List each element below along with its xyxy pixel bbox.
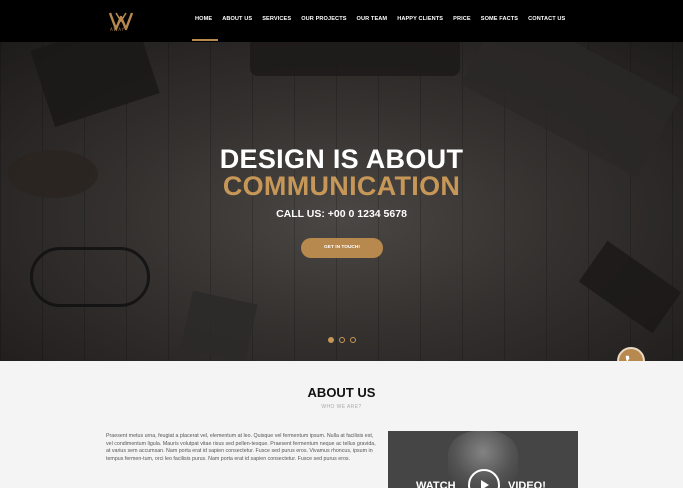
nav-price[interactable]: PRICE xyxy=(453,16,471,22)
book-image xyxy=(30,42,160,128)
typewriter-image xyxy=(250,42,460,76)
nav-happy-clients[interactable]: HAPPY CLIENTS xyxy=(397,16,443,22)
about-title: ABOUT US xyxy=(307,385,376,400)
site-header: AWAY HOME ABOUT US SERVICES OUR PROJECTS… xyxy=(0,0,683,42)
slider-dot-2[interactable] xyxy=(339,337,345,343)
card-image xyxy=(180,290,258,361)
nav-home[interactable]: HOME xyxy=(195,16,212,22)
get-in-touch-button[interactable]: GET IN TOUCH! xyxy=(301,238,383,258)
page: AWAY HOME ABOUT US SERVICES OUR PROJECTS… xyxy=(0,0,683,488)
nav-some-facts[interactable]: SOME FACTS xyxy=(481,16,518,22)
logo-text: AWAY xyxy=(110,27,126,32)
hero-slider: DESIGN IS ABOUT COMMUNICATION CALL US: +… xyxy=(0,42,683,361)
nav-services[interactable]: SERVICES xyxy=(262,16,291,22)
play-icon xyxy=(481,480,489,488)
slider-dot-3[interactable] xyxy=(350,337,356,343)
case-image xyxy=(578,240,682,334)
nav-about-us[interactable]: ABOUT US xyxy=(222,16,252,22)
hero-title-line2: COMMUNICATION xyxy=(222,171,461,201)
slider-dot-1[interactable] xyxy=(328,337,334,343)
video-label-watch: WATCH xyxy=(416,480,456,488)
hero-call-us: CALL US: +00 0 1234 5678 xyxy=(276,208,407,220)
video-thumbnail[interactable]: WATCH VIDEO! xyxy=(388,431,578,488)
about-subtitle: WHO WE ARE? xyxy=(321,404,362,410)
main-nav: HOME ABOUT US SERVICES OUR PROJECTS OUR … xyxy=(195,16,565,22)
active-nav-indicator xyxy=(192,39,218,41)
nav-our-team[interactable]: OUR TEAM xyxy=(357,16,388,22)
slider-dots xyxy=(328,337,356,343)
glasses-image xyxy=(30,247,150,307)
nav-contact-us[interactable]: CONTACT US xyxy=(528,16,565,22)
video-label-video: VIDEO! xyxy=(508,480,546,488)
about-text: Praesent metus urna, feugiat a placerat … xyxy=(106,433,376,462)
about-section: ABOUT US WHO WE ARE? Praesent metus urna… xyxy=(0,361,683,488)
nav-our-projects[interactable]: OUR PROJECTS xyxy=(301,16,346,22)
